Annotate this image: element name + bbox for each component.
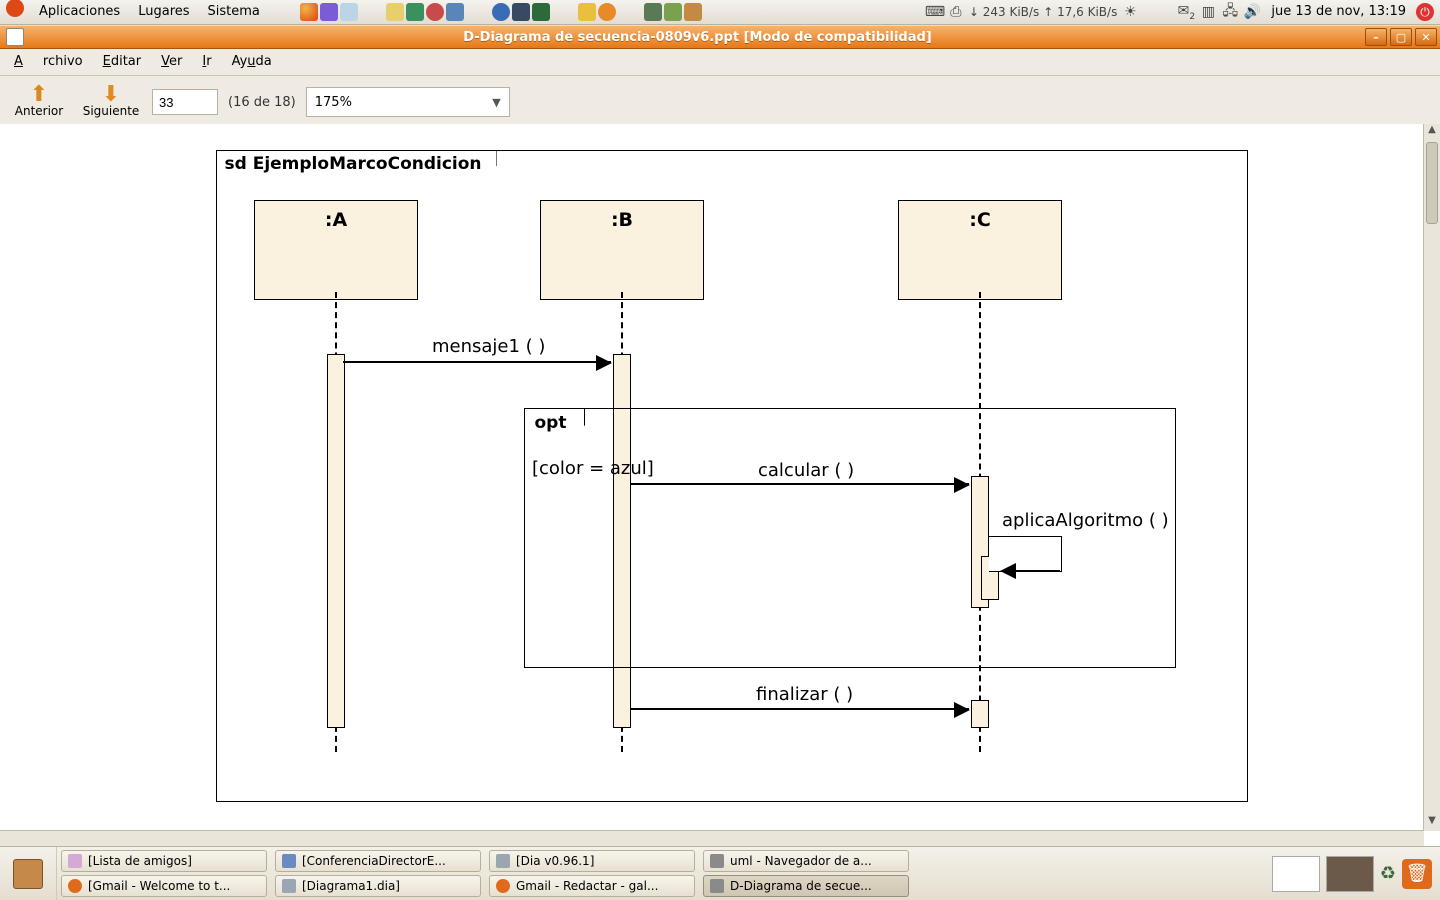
workspace-1[interactable] <box>1272 856 1320 892</box>
page-number-input[interactable] <box>152 89 218 115</box>
menu-edit[interactable]: Editar <box>93 49 152 75</box>
menu-places[interactable]: Lugares <box>129 0 198 24</box>
tray-icon[interactable]: ⌨ <box>925 4 943 20</box>
launcher-app2-icon[interactable] <box>385 2 405 22</box>
document-icon <box>6 28 24 46</box>
launcher-pidgin-icon[interactable] <box>319 2 339 22</box>
msg1-arrow <box>343 361 611 363</box>
show-desktop-button[interactable] <box>0 847 57 900</box>
prev-label: Anterior <box>15 104 63 118</box>
launcher-app4-icon[interactable] <box>425 2 445 22</box>
task-lista-amigos[interactable]: [Lista de amigos] <box>61 850 267 872</box>
window-title: D-Diagrama de secuencia-0809v6.ppt [Modo… <box>30 30 1365 45</box>
power-icon[interactable]: ⏻ <box>1416 3 1434 21</box>
msg-calcular-label: calcular ( ) <box>758 460 854 481</box>
launcher-app6-icon[interactable] <box>491 2 511 22</box>
scroll-thumb[interactable] <box>1426 142 1438 224</box>
menu-system[interactable]: Sistema <box>199 0 269 24</box>
tray-weather-icon[interactable]: ☀ <box>1121 4 1139 20</box>
ubuntu-menu-icon[interactable] <box>0 0 30 26</box>
launcher-app10-icon[interactable] <box>597 2 617 22</box>
lifeline-c-head: :C <box>898 200 1062 300</box>
opt-fragment: opt <box>524 408 1176 668</box>
launcher-app8-icon[interactable] <box>531 2 551 22</box>
gnome-bottom-panel: [Lista de amigos] [Gmail - Welcome to t.… <box>0 846 1440 900</box>
launcher-app5-icon[interactable] <box>445 2 465 22</box>
scroll-down-icon[interactable]: ▼ <box>1424 815 1440 831</box>
mail-icon[interactable]: ✉2 <box>1177 3 1195 22</box>
task-gmail-redactar[interactable]: Gmail - Redactar - gal... <box>489 875 695 897</box>
launcher-app7-icon[interactable] <box>511 2 531 22</box>
task-diagrama1[interactable]: [Diagrama1.dia] <box>275 875 481 897</box>
next-label: Siguiente <box>83 104 140 118</box>
task-d-diagrama[interactable]: D-Diagrama de secue... <box>703 875 909 897</box>
tray-icon[interactable]: ▥ <box>1199 4 1217 20</box>
launcher-app1-icon[interactable] <box>339 2 359 22</box>
gnome-top-panel: Aplicaciones Lugares Sistema ⌨ ⎙ ↓ 243 K… <box>0 0 1440 25</box>
close-button[interactable]: ✕ <box>1415 28 1437 46</box>
launcher-app12-icon[interactable] <box>663 2 683 22</box>
vertical-scrollbar[interactable]: ▲ ▼ <box>1423 124 1440 831</box>
window-titlebar[interactable]: D-Diagrama de secuencia-0809v6.ppt [Modo… <box>0 25 1440 49</box>
tray-icon[interactable]: ⎙ <box>947 4 965 20</box>
launcher-firefox-icon[interactable] <box>299 2 319 22</box>
chevron-down-icon: ▼ <box>492 96 500 109</box>
horizontal-scrollbar[interactable] <box>0 830 1424 847</box>
lifeline-b-head: :B <box>540 200 704 300</box>
clock[interactable]: jue 13 de nov, 13:19 <box>1265 0 1412 24</box>
launcher-app13-icon[interactable] <box>683 2 703 22</box>
msg-finalizar-label: finalizar ( ) <box>756 684 853 705</box>
document-viewport: sd EjemploMarcoCondicion :A :B :C mensaj… <box>0 124 1440 847</box>
menu-applications[interactable]: Aplicaciones <box>30 0 129 24</box>
network-icon[interactable]: 🖧 <box>1221 0 1239 24</box>
zoom-value: 175% <box>315 95 352 110</box>
zoom-combo[interactable]: 175% ▼ <box>306 87 510 117</box>
task-uml-nav[interactable]: uml - Navegador de a... <box>703 850 909 872</box>
arrow-up-icon: ⬆ <box>30 86 48 104</box>
opt-label: opt <box>524 408 586 437</box>
sd-frame-title: sd EjemploMarcoCondicion <box>216 150 497 177</box>
tray-bottom-icon[interactable]: ♻ <box>1380 863 1396 884</box>
task-conferencia[interactable]: [ConferenciaDirectorE... <box>275 850 481 872</box>
menu-help[interactable]: Ayuda <box>222 49 282 75</box>
volume-icon[interactable]: 🔊 <box>1243 4 1261 20</box>
page-count-label: (16 de 18) <box>228 95 296 110</box>
menu-file[interactable]: Archivo <box>4 49 93 75</box>
activation-a <box>327 354 345 728</box>
next-page-button[interactable]: ⬇ Siguiente <box>80 79 142 125</box>
launcher-app11-icon[interactable] <box>643 2 663 22</box>
self-return-arrow-icon <box>1000 562 1064 580</box>
app-toolbar: ⬆ Anterior ⬇ Siguiente (16 de 18) 175% ▼ <box>0 76 1440 129</box>
activation-c2 <box>971 700 989 728</box>
workspace-2[interactable] <box>1326 856 1374 892</box>
lifeline-a-head: :A <box>254 200 418 300</box>
msg-finalizar-arrow <box>630 708 969 710</box>
launcher-app3-icon[interactable] <box>405 2 425 22</box>
msg-algo-label: aplicaAlgoritmo ( ) <box>1002 510 1169 531</box>
opt-guard: [color = azul] <box>532 458 654 479</box>
msg-calcular-arrow <box>630 483 969 485</box>
arrow-down-icon: ⬇ <box>102 86 120 104</box>
launcher-app9-icon[interactable] <box>577 2 597 22</box>
msg1-label: mensaje1 ( ) <box>432 336 545 357</box>
net-down-icon: ↓ 243 KiB/s <box>969 5 1039 19</box>
task-gmail-welcome[interactable]: [Gmail - Welcome to t... <box>61 875 267 897</box>
slide-canvas: sd EjemploMarcoCondicion :A :B :C mensaj… <box>6 128 1422 829</box>
prev-page-button[interactable]: ⬆ Anterior <box>8 79 70 125</box>
system-tray: ⌨ ⎙ ↓ 243 KiB/s ↑ 17,6 KiB/s ☀ ✉2 ▥ 🖧 🔊 … <box>919 0 1440 24</box>
menu-view[interactable]: Ver <box>151 49 192 75</box>
net-up-icon: ↑ 17,6 KiB/s <box>1043 5 1117 19</box>
app-menubar: Archivo Editar Ver Ir Ayuda <box>0 49 1440 76</box>
trash-icon[interactable]: 🗑 <box>1402 859 1432 889</box>
scroll-up-icon[interactable]: ▲ <box>1424 124 1440 140</box>
task-dia[interactable]: [Dia v0.96.1] <box>489 850 695 872</box>
minimize-button[interactable]: – <box>1365 28 1387 46</box>
menu-go[interactable]: Ir <box>192 49 221 75</box>
maximize-button[interactable]: ▢ <box>1390 28 1412 46</box>
